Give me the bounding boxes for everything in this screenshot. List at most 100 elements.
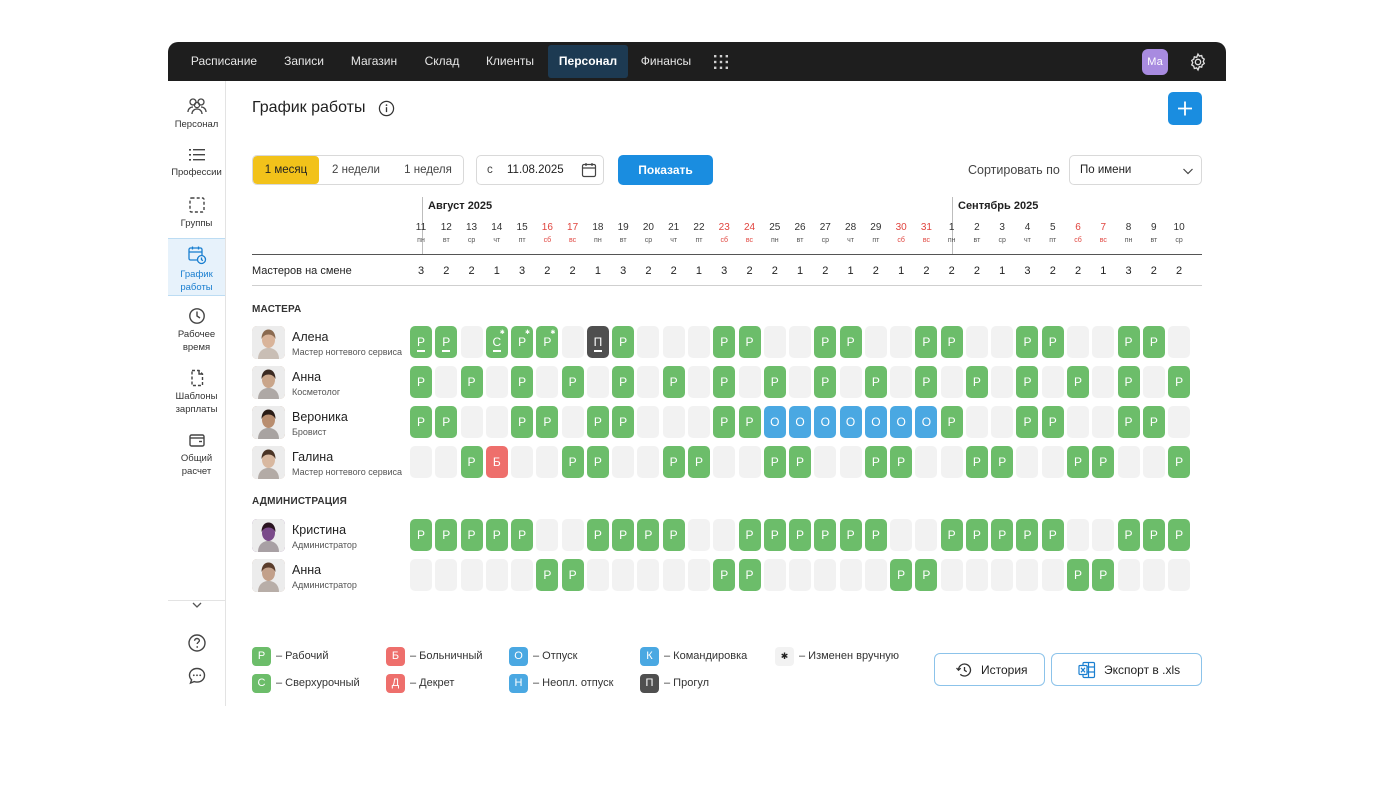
empty-cell[interactable] — [687, 366, 710, 398]
shift-cell[interactable]: Р — [1117, 519, 1140, 551]
empty-cell[interactable] — [1142, 366, 1165, 398]
shift-cell[interactable]: Р — [1041, 519, 1064, 551]
shift-cell[interactable]: Р — [410, 406, 432, 438]
empty-cell[interactable] — [915, 519, 938, 551]
shift-cell[interactable]: Р — [435, 326, 458, 358]
empty-cell[interactable] — [485, 406, 508, 438]
shift-cell[interactable]: Р ✱ — [536, 326, 559, 358]
shift-cell[interactable]: Р — [915, 366, 938, 398]
empty-cell[interactable] — [839, 366, 862, 398]
shift-cell[interactable]: Р — [1016, 366, 1039, 398]
empty-cell[interactable] — [511, 559, 534, 591]
empty-cell[interactable] — [890, 366, 913, 398]
shift-cell[interactable]: Р — [561, 559, 584, 591]
shift-cell[interactable]: Р — [713, 406, 736, 438]
empty-cell[interactable] — [890, 519, 913, 551]
employee-name[interactable]: Вероника — [292, 410, 348, 424]
empty-cell[interactable] — [1142, 446, 1165, 478]
shift-cell[interactable]: Р — [1016, 519, 1039, 551]
shift-cell[interactable]: Р — [789, 519, 812, 551]
export-xls-button[interactable]: Экспорт в .xls — [1051, 653, 1202, 686]
empty-cell[interactable] — [536, 446, 559, 478]
empty-cell[interactable] — [485, 366, 508, 398]
empty-cell[interactable] — [1041, 446, 1064, 478]
empty-cell[interactable] — [991, 406, 1014, 438]
shift-cell[interactable]: Р — [1168, 366, 1191, 398]
empty-cell[interactable] — [1041, 559, 1064, 591]
empty-cell[interactable] — [713, 446, 736, 478]
shift-cell[interactable]: Р — [940, 326, 963, 358]
shift-cell[interactable]: Р — [1067, 559, 1090, 591]
shift-cell[interactable]: Р — [864, 446, 887, 478]
shift-cell[interactable]: Р — [789, 446, 812, 478]
shift-cell[interactable]: Р — [511, 519, 534, 551]
empty-cell[interactable] — [662, 406, 685, 438]
empty-cell[interactable] — [789, 559, 812, 591]
empty-cell[interactable] — [561, 326, 584, 358]
employee-name[interactable]: Анна — [292, 370, 321, 384]
shift-cell[interactable]: Р — [460, 519, 483, 551]
shift-cell[interactable]: О — [814, 406, 837, 438]
shift-cell[interactable]: Б — [485, 446, 508, 478]
empty-cell[interactable] — [536, 519, 559, 551]
shift-cell[interactable]: Р — [662, 519, 685, 551]
shift-cell[interactable]: Р — [763, 366, 786, 398]
shift-cell[interactable]: О — [864, 406, 887, 438]
shift-cell[interactable]: Р — [1168, 519, 1191, 551]
empty-cell[interactable] — [940, 446, 963, 478]
shift-cell[interactable]: Р — [586, 446, 609, 478]
shift-cell[interactable]: Р — [586, 519, 609, 551]
shift-cell[interactable]: Р — [814, 519, 837, 551]
empty-cell[interactable] — [1117, 446, 1140, 478]
shift-cell[interactable]: Р — [1117, 406, 1140, 438]
shift-cell[interactable]: Р — [1041, 406, 1064, 438]
shift-cell[interactable]: О — [789, 406, 812, 438]
shift-cell[interactable]: О — [890, 406, 913, 438]
shift-cell[interactable]: Р — [410, 519, 432, 551]
empty-cell[interactable] — [460, 559, 483, 591]
empty-cell[interactable] — [1092, 366, 1115, 398]
empty-cell[interactable] — [839, 559, 862, 591]
empty-cell[interactable] — [485, 559, 508, 591]
empty-cell[interactable] — [637, 559, 660, 591]
shift-cell[interactable]: Р — [1092, 446, 1115, 478]
shift-cell[interactable]: Р — [738, 326, 761, 358]
shift-cell[interactable]: Р — [536, 559, 559, 591]
empty-cell[interactable] — [435, 446, 458, 478]
shift-cell[interactable]: Р — [536, 406, 559, 438]
empty-cell[interactable] — [814, 446, 837, 478]
shift-cell[interactable]: Р — [1117, 326, 1140, 358]
empty-cell[interactable] — [662, 559, 685, 591]
shift-cell[interactable]: Р — [1016, 326, 1039, 358]
shift-cell[interactable]: Р — [1092, 559, 1115, 591]
empty-cell[interactable] — [763, 326, 786, 358]
empty-cell[interactable] — [991, 366, 1014, 398]
empty-cell[interactable] — [940, 559, 963, 591]
empty-cell[interactable] — [738, 446, 761, 478]
empty-cell[interactable] — [460, 406, 483, 438]
empty-cell[interactable] — [612, 559, 635, 591]
empty-cell[interactable] — [991, 326, 1014, 358]
empty-cell[interactable] — [435, 559, 458, 591]
empty-cell[interactable] — [586, 559, 609, 591]
empty-cell[interactable] — [713, 519, 736, 551]
empty-cell[interactable] — [1067, 406, 1090, 438]
empty-cell[interactable] — [1067, 326, 1090, 358]
empty-cell[interactable] — [915, 446, 938, 478]
shift-cell[interactable]: Р — [1041, 326, 1064, 358]
shift-cell[interactable]: Р — [864, 519, 887, 551]
empty-cell[interactable] — [864, 326, 887, 358]
empty-cell[interactable] — [662, 326, 685, 358]
empty-cell[interactable] — [1168, 406, 1191, 438]
empty-cell[interactable] — [1092, 326, 1115, 358]
empty-cell[interactable] — [1092, 519, 1115, 551]
empty-cell[interactable] — [460, 326, 483, 358]
empty-cell[interactable] — [965, 406, 988, 438]
shift-cell[interactable]: Р — [612, 326, 635, 358]
empty-cell[interactable] — [763, 559, 786, 591]
history-button[interactable]: История — [934, 653, 1045, 686]
shift-cell[interactable]: Р — [662, 366, 685, 398]
empty-cell[interactable] — [637, 406, 660, 438]
shift-cell[interactable]: Р — [1142, 519, 1165, 551]
empty-cell[interactable] — [738, 366, 761, 398]
